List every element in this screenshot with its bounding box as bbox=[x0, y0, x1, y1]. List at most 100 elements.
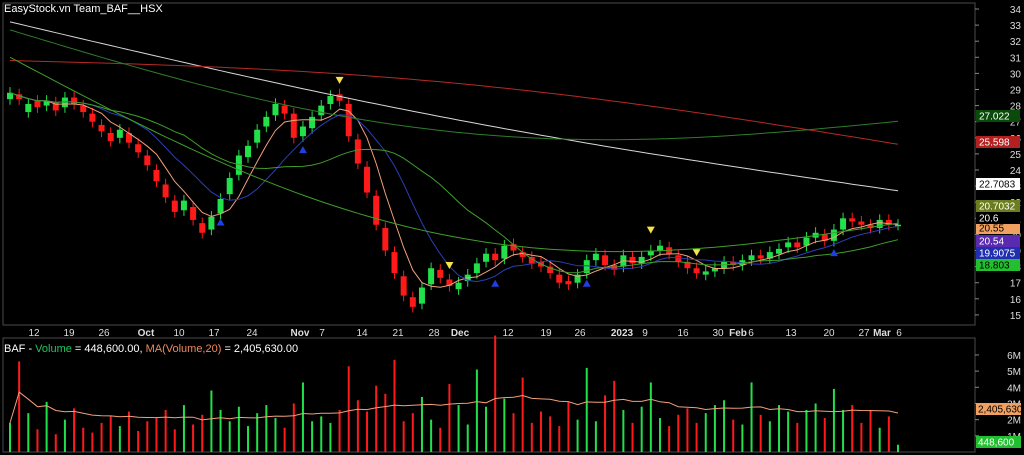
candle-body bbox=[135, 144, 142, 153]
volume-bar bbox=[375, 385, 378, 452]
price-tick-label: 31 bbox=[1010, 53, 1022, 64]
candle-body bbox=[327, 95, 334, 104]
candle-body bbox=[190, 207, 197, 220]
price-volume-chart[interactable]: 1516171819202122232425262728293031323334… bbox=[0, 0, 1024, 455]
volume-bar bbox=[466, 424, 469, 452]
date-tick-label: 28 bbox=[428, 328, 440, 339]
volume-bar bbox=[677, 414, 680, 452]
volume-bar bbox=[283, 427, 286, 452]
volume-bar bbox=[704, 413, 707, 452]
last-value-label: 19.9075 bbox=[979, 249, 1016, 260]
last-value-label: 27.022 bbox=[979, 112, 1010, 123]
volume-bar bbox=[210, 390, 213, 452]
candle-body bbox=[391, 252, 398, 274]
volume-bar bbox=[393, 359, 396, 452]
price-tick-label: 25 bbox=[1010, 150, 1022, 161]
candle-body bbox=[501, 245, 508, 259]
candle-body bbox=[373, 195, 380, 225]
candle-body bbox=[89, 113, 96, 122]
volume-bar bbox=[320, 416, 323, 452]
buy-signal-triangle-up-icon bbox=[582, 279, 591, 287]
volume-bar bbox=[741, 424, 744, 452]
buy-signal-triangle-up-icon bbox=[216, 218, 225, 226]
candle-body bbox=[364, 166, 371, 193]
volume-bar bbox=[549, 416, 552, 452]
date-tick-label: 10 bbox=[173, 328, 185, 339]
volume-bar bbox=[182, 405, 185, 452]
volume-bar bbox=[860, 422, 863, 452]
volume-bar bbox=[878, 427, 881, 452]
date-tick-label: Dec bbox=[451, 328, 470, 339]
volume-bar bbox=[118, 426, 121, 452]
last-value-label: 22.7083 bbox=[979, 180, 1016, 191]
volume-bar bbox=[842, 409, 845, 452]
candle-body bbox=[840, 218, 847, 230]
volume-bar bbox=[448, 384, 451, 452]
buy-signal-triangle-up-icon bbox=[829, 249, 838, 257]
last-value-label: 18.803 bbox=[979, 261, 1010, 272]
ma-green-long-line bbox=[9, 56, 899, 253]
volume-bar bbox=[36, 429, 39, 452]
volume-bar bbox=[164, 409, 167, 452]
volume-bar bbox=[329, 422, 332, 452]
candle-body bbox=[437, 269, 444, 278]
volume-bar bbox=[91, 432, 94, 452]
candle-body bbox=[226, 178, 233, 195]
candle-body bbox=[345, 103, 352, 137]
volume-bar bbox=[823, 418, 826, 452]
last-value-label: 25.598 bbox=[979, 138, 1010, 149]
candle-body bbox=[895, 224, 901, 227]
volume-tick-label: 4M bbox=[1007, 383, 1021, 394]
date-tick-label: 6 bbox=[896, 328, 902, 339]
volume-bar bbox=[100, 422, 103, 452]
candle-body bbox=[336, 94, 343, 101]
candle-body bbox=[318, 105, 325, 116]
sell-signal-triangle-down-icon bbox=[646, 226, 655, 234]
candle-body bbox=[309, 116, 316, 129]
volume-bar bbox=[311, 421, 314, 452]
volume-last-value-label: 2,405,630 bbox=[978, 405, 1023, 416]
date-tick-label: 20 bbox=[823, 328, 835, 339]
volume-tick-label: 6M bbox=[1007, 351, 1021, 362]
date-tick-label: 19 bbox=[63, 328, 75, 339]
volume-bar bbox=[73, 408, 76, 452]
candle-body bbox=[775, 248, 782, 254]
date-tick-label: 9 bbox=[642, 328, 648, 339]
candle-body bbox=[61, 97, 68, 108]
candle-body bbox=[254, 129, 261, 143]
volume-bar bbox=[430, 419, 433, 452]
volume-bar bbox=[265, 405, 268, 452]
candle-body bbox=[592, 253, 599, 261]
volume-bar bbox=[512, 413, 515, 452]
candle-body bbox=[107, 132, 114, 142]
volume-bar bbox=[521, 377, 524, 452]
sell-signal-triangle-down-icon bbox=[335, 76, 344, 84]
volume-tick-label: 2M bbox=[1007, 416, 1021, 427]
candle-body bbox=[171, 200, 178, 212]
price-tick-label: 34 bbox=[1010, 5, 1022, 16]
volume-bar bbox=[622, 409, 625, 452]
last-value-label: 20.7032 bbox=[979, 202, 1016, 213]
volume-bar bbox=[768, 421, 771, 452]
candle-body bbox=[565, 281, 572, 285]
volume-bar bbox=[640, 406, 643, 452]
volume-bar bbox=[713, 405, 716, 452]
buy-signal-triangle-up-icon bbox=[491, 279, 500, 287]
volume-bar bbox=[485, 406, 488, 452]
candle-body bbox=[492, 253, 499, 261]
candle-body bbox=[757, 255, 764, 259]
volume-bar bbox=[649, 382, 652, 452]
volume-bar bbox=[796, 422, 799, 452]
date-tick-label: 30 bbox=[712, 328, 724, 339]
volume-bar bbox=[347, 366, 350, 452]
last-value-label: 20.6 bbox=[979, 214, 999, 225]
candle-body bbox=[162, 184, 169, 198]
date-tick-label: 13 bbox=[785, 328, 797, 339]
price-tick-label: 32 bbox=[1010, 37, 1022, 48]
price-tick-label: 16 bbox=[1010, 295, 1022, 306]
volume-bar bbox=[54, 434, 57, 452]
candle-body bbox=[245, 145, 252, 158]
volume-bar bbox=[155, 418, 158, 452]
candle-body bbox=[418, 287, 425, 304]
volume-bar bbox=[146, 421, 149, 452]
